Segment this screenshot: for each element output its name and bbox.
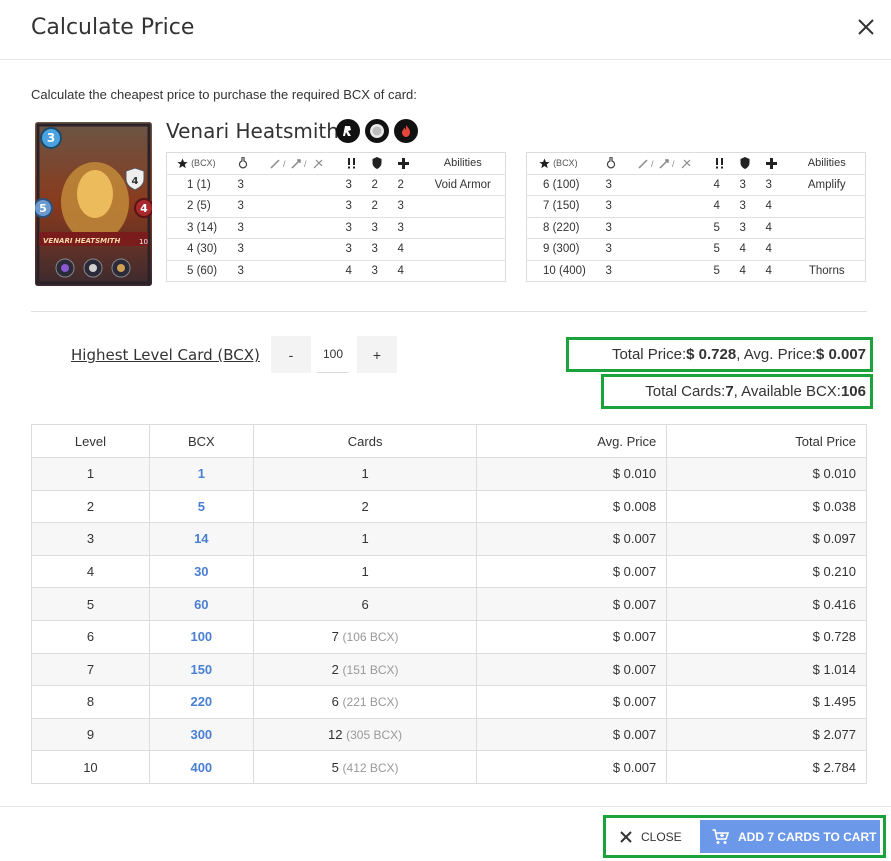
bcx-link[interactable]: 220 [190,694,212,709]
attack-icons: / / [269,159,322,169]
stats-row: 7 (150) 3 4 3 4 [526,195,866,218]
instruction-text: Calculate the cheapest price to purchase… [31,87,417,102]
price-row: 7 150 2 (151 BCX) $ 0.007 $ 1.014 [31,652,867,687]
card-health-text: 4 [140,202,148,215]
abilities-header: Abilities [788,152,866,175]
health-icon [765,157,777,169]
bcx-link[interactable]: 300 [190,727,212,742]
price-header-row: Level BCX Cards Avg. Price Total Price [31,424,867,458]
col-cards: Cards [252,424,478,458]
stats-table-right: (BCX) / / Abilities 6 (100) 3 4 3 3 Amplify 7 … [526,152,866,282]
col-bcx: BCX [148,424,254,458]
price-row: 6 100 7 (106 BCX) $ 0.007 $ 0.728 [31,619,867,654]
bcx-link[interactable]: 60 [194,597,208,612]
avg-price-value: $ 0.007 [815,346,866,363]
close-icon [620,830,632,843]
star-icon [177,158,188,168]
star-icon [539,158,550,168]
stats-row: 6 (100) 3 4 3 3 Amplify [526,174,866,196]
price-row: 8 220 6 (221 BCX) $ 0.007 $ 1.495 [31,685,867,719]
svg-text:/: / [672,159,675,169]
abilities-header: Abilities [420,152,506,175]
card-badges [336,119,418,143]
price-row: 10 400 5 (412 BCX) $ 0.007 $ 2.784 [31,750,867,784]
rarity-icon [336,119,360,143]
price-row: 9 300 12 (305 BCX) $ 0.007 $ 2.077 [31,717,867,752]
bcx-header: (BCX) [553,158,578,169]
modal-header: Calculate Price [0,0,891,60]
add-to-cart-button[interactable]: ADD 7 CARDS TO CART [700,820,880,853]
mana-icon [238,156,247,169]
col-level: Level [31,424,150,458]
svg-text:/: / [651,159,654,169]
speed-icon [715,157,723,169]
speed-icon [347,157,355,169]
armor-icon [740,157,749,170]
bcx-link[interactable]: 1 [198,466,205,481]
card-art-level: 10 [139,238,148,246]
bcx-link[interactable]: 400 [190,760,212,775]
total-cards-value: 7 [725,383,734,400]
total-cards-label: Total Cards: [645,383,726,400]
total-price-value: $ 0.728 [686,346,737,363]
card-name: Venari Heatsmith [166,119,339,143]
footer-divider [0,806,891,807]
bcx-link[interactable]: 100 [190,629,212,644]
card-art-name: VENARI HEATSMITH [43,237,120,245]
armor-icon [372,157,381,170]
avg-price-label: , Avg. Price: [736,346,816,363]
fire-element-icon [394,119,418,143]
bcx-link[interactable]: 14 [194,531,208,546]
card-attack-text: 4 [132,176,139,187]
add-to-cart-label: ADD 7 CARDS TO CART [738,829,877,844]
close-button[interactable]: CLOSE [609,820,697,853]
bcx-header: (BCX) [191,158,216,169]
card-mana-text: 3 [47,131,55,145]
mana-icon [606,156,615,169]
bcx-link[interactable]: 150 [190,662,212,677]
cards-summary: Total Cards: 7, Available BCX: 106 [601,374,873,409]
price-row: 5 60 6 $ 0.007 $ 0.416 [31,587,867,621]
cart-icon [712,828,730,844]
stats-row: 9 (300) 3 5 4 4 [526,238,866,261]
stats-table-left: (BCX) / / Abilities 1 (1) 3 3 2 2 Void Armor 2… [166,152,506,282]
attack-icons: / / [637,159,690,169]
card-speed-text: 5 [39,202,47,215]
stats-row: 1 (1) 3 3 2 2 Void Armor [166,174,506,196]
stats-row: 3 (14) 3 3 3 3 [166,217,506,239]
stats-header-row: (BCX) / / Abilities [166,152,506,175]
card-image: 3 4 5 4 VENARI HEATSMITH 10 [35,122,152,286]
bcx-link[interactable]: 30 [194,564,208,579]
section-divider [31,311,867,312]
total-price-label: Total Price: [611,346,687,363]
stats-row: 5 (60) 3 4 3 4 [187,264,404,277]
price-row: 111 $ 0.010 $ 0.010 [31,457,867,491]
available-bcx-label: , Available BCX: [733,383,841,400]
price-table: Level BCX Cards Avg. Price Total Price 1… [31,424,867,784]
stats-row: 8 (220) 3 5 3 4 [526,217,866,239]
close-button-label: CLOSE [641,829,682,844]
col-total-price: Total Price [666,424,867,458]
stats-row: 10 (400) 3 5 4 4 Thorns [543,264,845,277]
col-avg-price: Avg. Price [476,424,668,458]
close-icon[interactable] [853,14,879,40]
decrement-button[interactable]: - [271,336,311,373]
health-icon [397,157,409,169]
highest-level-label[interactable]: Highest Level Card (BCX) [71,346,260,364]
stats-row: 4 (30) 3 3 3 4 [166,238,506,261]
bcx-input[interactable] [317,336,349,373]
available-bcx-value: 106 [840,383,866,400]
stats-row: 2 (5) 3 3 2 3 [166,195,506,218]
svg-text:/: / [283,159,286,169]
bcx-link[interactable]: 5 [198,499,205,514]
modal-title: Calculate Price [31,15,195,40]
edition-icon [365,119,389,143]
price-row: 252 $ 0.008 $ 0.038 [31,489,867,524]
svg-text:/: / [304,159,307,169]
stats-header-row: (BCX) / / Abilities [526,152,866,175]
increment-button[interactable]: + [357,336,397,373]
price-summary: Total Price: $ 0.728, Avg. Price: $ 0.00… [566,337,873,372]
price-row: 4 30 1 $ 0.007 $ 0.210 [31,554,867,589]
price-row: 3 14 1 $ 0.007 $ 0.097 [31,522,867,556]
